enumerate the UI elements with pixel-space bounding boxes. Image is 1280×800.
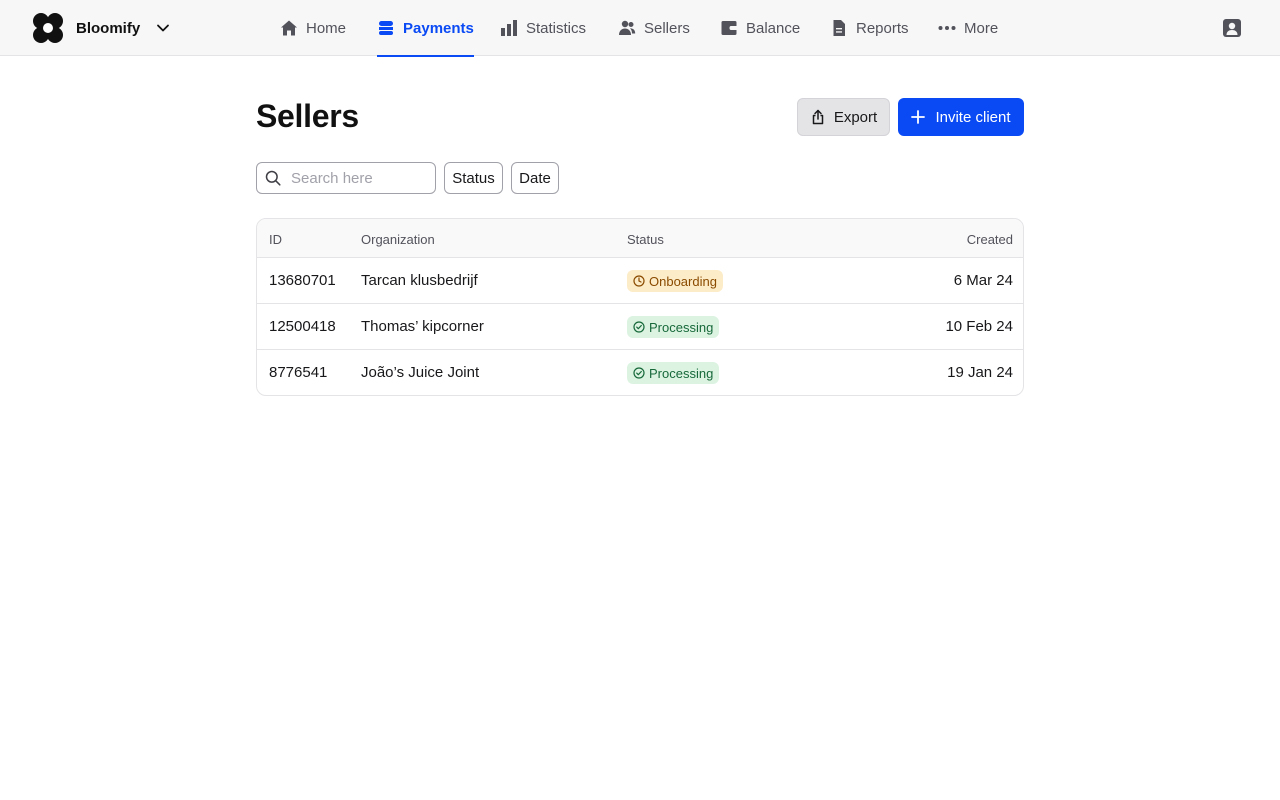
date-filter-button[interactable]: Date xyxy=(511,162,559,194)
table-row[interactable]: 8776541 João’s Juice Joint Processing 19… xyxy=(257,350,1023,395)
plus-icon xyxy=(911,110,926,124)
nav-item-label: Balance xyxy=(746,19,801,37)
seller-organization: João’s Juice Joint xyxy=(361,364,480,381)
nav-item-label: Reports xyxy=(856,19,909,37)
nav-item-reports[interactable]: Reports xyxy=(830,0,909,56)
nav-item-label: Statistics xyxy=(526,19,587,37)
table-header: ID Organization Status Created xyxy=(257,219,1023,258)
nav-item-statistics[interactable]: Statistics xyxy=(500,0,586,56)
document-icon xyxy=(833,20,845,36)
wallet-icon xyxy=(721,21,737,35)
export-button-label: Export xyxy=(833,108,878,126)
sellers-table: ID Organization Status Created 13680701 … xyxy=(256,218,1024,396)
nav-item-label: Payments xyxy=(403,19,474,37)
home-icon xyxy=(281,20,297,36)
seller-organization: Tarcan klusbedrijf xyxy=(361,272,478,289)
share-icon xyxy=(812,109,824,125)
date-filter-label: Date xyxy=(519,169,551,187)
payments-icon xyxy=(379,21,393,35)
status-filter-label: Status xyxy=(452,169,495,187)
seller-organization: Thomas’ kipcorner xyxy=(361,318,484,335)
chevron-down-icon xyxy=(157,24,170,32)
status-badge: Processing xyxy=(627,316,720,338)
invite-client-button[interactable]: Invite client xyxy=(898,98,1024,136)
seller-id: 13680701 xyxy=(269,272,336,289)
table-row[interactable]: 13680701 Tarcan klusbedrijf Onboarding 6… xyxy=(257,258,1023,304)
ellipsis-icon xyxy=(938,26,956,30)
check-circle-icon xyxy=(633,321,645,333)
invite-client-button-label: Invite client xyxy=(935,108,1011,126)
clock-icon xyxy=(633,275,645,287)
users-icon xyxy=(619,20,636,35)
status-badge: Onboarding xyxy=(627,270,723,292)
seller-created-date: 6 Mar 24 xyxy=(953,272,1013,289)
seller-created-date: 10 Feb 24 xyxy=(945,318,1013,335)
nav-item-home[interactable]: Home xyxy=(280,0,346,56)
nav-item-payments[interactable]: Payments xyxy=(377,0,474,57)
organization-name: Bloomify xyxy=(76,19,141,37)
column-header-organization[interactable]: Organization xyxy=(361,232,435,247)
status-filter-button[interactable]: Status xyxy=(444,162,503,194)
status-badge: Processing xyxy=(627,362,720,384)
status-badge-label: Processing xyxy=(649,319,714,335)
column-header-status[interactable]: Status xyxy=(627,232,664,247)
search-icon xyxy=(265,170,281,186)
table-row[interactable]: 12500418 Thomas’ kipcorner Processing 10… xyxy=(257,304,1023,350)
nav-item-label: More xyxy=(964,19,999,37)
nav-item-label: Home xyxy=(306,19,347,37)
search-input[interactable] xyxy=(291,169,421,187)
column-header-created[interactable]: Created xyxy=(967,232,1013,247)
seller-id: 12500418 xyxy=(269,318,336,335)
search-field[interactable] xyxy=(256,162,436,194)
organization-switcher[interactable]: Bloomify xyxy=(32,12,170,44)
bar-chart-icon xyxy=(501,20,517,36)
nav-item-more[interactable]: More xyxy=(938,0,998,56)
page-title: Sellers xyxy=(256,98,359,134)
check-circle-icon xyxy=(633,367,645,379)
nav-item-sellers[interactable]: Sellers xyxy=(618,0,690,56)
account-icon[interactable] xyxy=(1222,18,1242,38)
nav-item-label: Sellers xyxy=(644,19,690,37)
top-navigation-bar: Bloomify Home Payments Statistics Seller… xyxy=(0,0,1280,57)
bloomify-logo-icon xyxy=(33,13,63,43)
nav-item-balance[interactable]: Balance xyxy=(720,0,800,56)
status-badge-label: Processing xyxy=(649,365,714,381)
seller-created-date: 19 Jan 24 xyxy=(947,364,1013,381)
status-badge-label: Onboarding xyxy=(649,273,717,289)
export-button[interactable]: Export xyxy=(797,98,890,136)
column-header-id[interactable]: ID xyxy=(269,232,282,247)
seller-id: 8776541 xyxy=(269,364,328,381)
